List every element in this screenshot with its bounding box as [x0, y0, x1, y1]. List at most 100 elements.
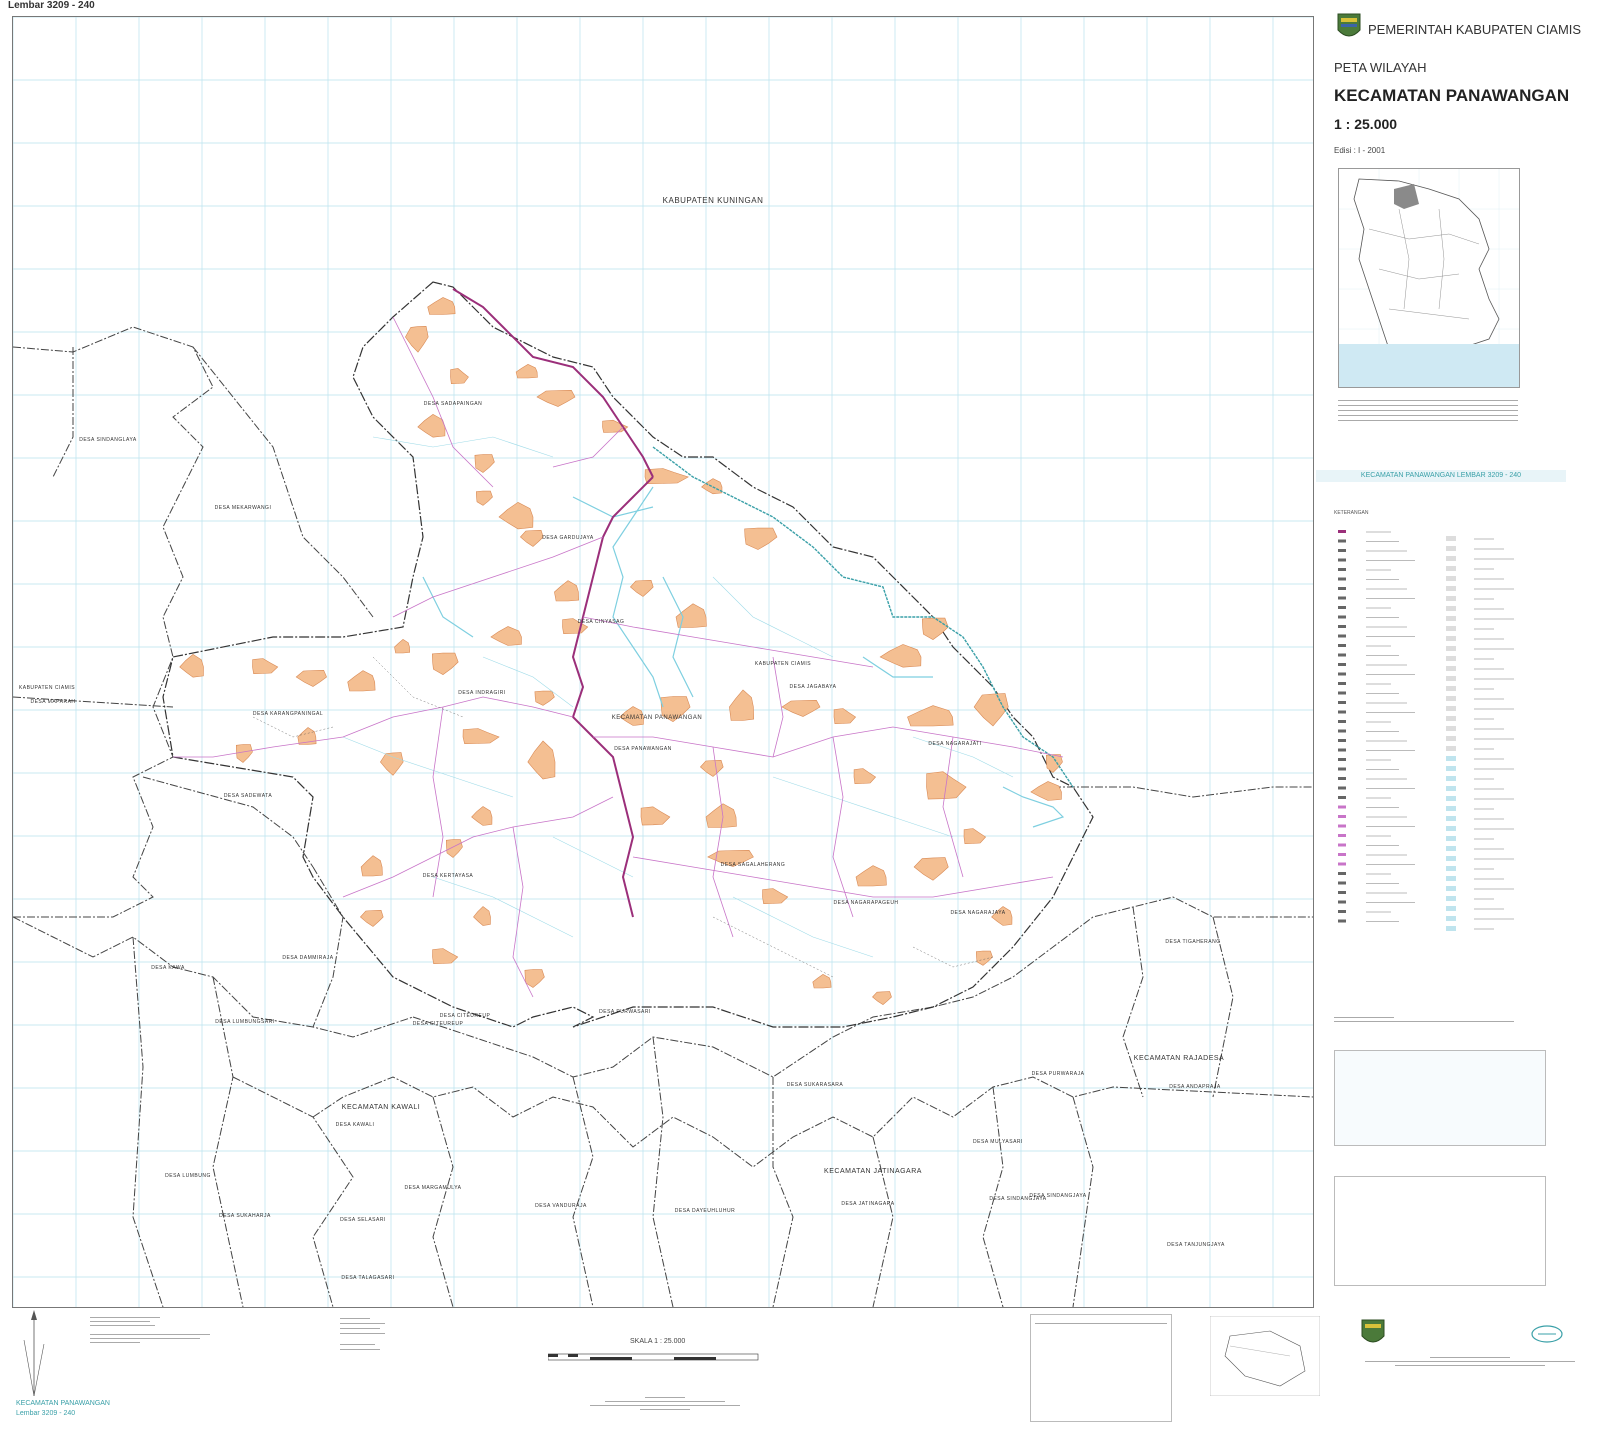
legend-symbol	[1446, 806, 1456, 811]
legend-symbol	[1446, 846, 1456, 851]
label-jatinagara-kec: KECAMATAN JATINAGARA	[824, 1168, 922, 1175]
label-kuningan: KABUPATEN KUNINGAN	[663, 196, 764, 205]
legend-symbol	[1446, 736, 1456, 741]
settlement-area	[872, 991, 892, 1005]
settlement-area	[295, 669, 327, 687]
settlement-area	[629, 579, 654, 597]
map-frame[interactable]: KABUPATEN KUNINGAN KABUPATEN CIAMIS KECA…	[12, 16, 1314, 1308]
village-label: DESA SUKAHARJA	[219, 1213, 271, 1219]
village-label: DESA SELASARI	[340, 1217, 386, 1223]
settlement-area	[360, 855, 383, 877]
conversion-table-2	[1334, 1176, 1546, 1286]
village-label: DESA SINDANGLAYA	[79, 437, 137, 443]
village-label: DESA KERTAYASA	[423, 873, 474, 879]
settlement-area	[675, 603, 707, 628]
sheet-banner: KECAMATAN PANAWANGAN LEMBAR 3209 - 240	[1316, 470, 1566, 482]
legend-symbol	[1446, 596, 1456, 601]
settlement-area	[462, 728, 500, 745]
legend-symbol	[1446, 926, 1456, 931]
north-arrow-icon	[23, 1310, 45, 1397]
legend-symbol	[1338, 872, 1346, 875]
village-label: DESA SINDANGJAYA	[989, 1196, 1046, 1202]
village-label: DESA TALAGASARI	[341, 1275, 394, 1281]
legend-title: KETERANGAN	[1334, 510, 1369, 516]
government-title: PEMERINTAH KABUPATEN CIAMIS	[1368, 22, 1582, 37]
settlement-area	[519, 529, 544, 547]
village-label: DESA SADEWATA	[224, 793, 273, 799]
legend-symbol	[1446, 906, 1456, 911]
legend-symbol	[1446, 626, 1456, 631]
legend-symbol	[1338, 739, 1346, 742]
settlement-area	[1030, 781, 1062, 801]
village-label: DESA LUMBUNGSARI	[215, 1019, 274, 1025]
village-label: DESA PANAWANGAN	[614, 746, 672, 752]
settlement-area	[913, 857, 949, 881]
settlement-area	[907, 705, 954, 727]
district-title: KECAMATAN PANAWANGAN	[1334, 86, 1570, 105]
label-ciamis: KABUPATEN CIAMIS	[755, 661, 811, 667]
scale-bar	[548, 1353, 759, 1361]
village-label: DESA DAYEUHLUHUR	[675, 1208, 735, 1214]
settlement-area	[450, 368, 469, 385]
village-label: DESA LUMBUNG	[165, 1173, 211, 1179]
legend-symbol	[1446, 716, 1456, 721]
legend-symbol	[1446, 686, 1456, 691]
legend-symbol	[1338, 606, 1346, 609]
footer-title: KECAMATAN PANAWANGAN	[16, 1400, 110, 1407]
inset-location-map[interactable]	[1338, 168, 1520, 388]
legend-symbol	[1446, 746, 1456, 751]
legend-symbol	[1446, 886, 1456, 891]
coordinate-notes	[1334, 1014, 1534, 1025]
village-label: DESA GARDUJAYA	[542, 535, 594, 541]
settlement-area	[179, 654, 204, 678]
settlement-area	[445, 839, 463, 858]
settlement-area	[1045, 754, 1063, 773]
index-map[interactable]	[1210, 1316, 1320, 1396]
legend-symbol	[1338, 815, 1346, 818]
legend-symbol	[1338, 843, 1346, 847]
legend-symbol	[1338, 568, 1346, 571]
village-label: DESA TANJUNGJAYA	[1167, 1242, 1225, 1248]
legend-symbol	[1446, 586, 1456, 591]
legend-symbol	[1446, 606, 1456, 611]
village-label: DESA NAGARAPAGEUH	[833, 900, 898, 906]
village-label: DESA JATINAGARA	[841, 1201, 894, 1207]
settlement-area	[471, 806, 493, 826]
area-table	[1030, 1314, 1172, 1422]
settlement-area	[380, 752, 404, 776]
map-type: PETA WILAYAH	[1334, 60, 1427, 75]
settlement-area	[474, 454, 495, 473]
settlement-area	[855, 865, 887, 887]
legend-symbol	[1446, 836, 1456, 841]
legend-symbol	[1338, 615, 1346, 619]
village-label: DESA KAWALI	[336, 1122, 375, 1128]
settlement-area	[699, 759, 724, 777]
village-label: DESA MAPARAH	[30, 699, 75, 705]
legend-symbol	[1338, 672, 1346, 676]
village-label: DESA NAGARAJAYA	[950, 910, 1005, 916]
settlement-area	[534, 690, 555, 706]
legend-symbol	[1338, 729, 1346, 733]
main-map[interactable]: KABUPATEN KUNINGAN KABUPATEN CIAMIS KECA…	[13, 17, 1313, 1307]
legend-symbol	[1446, 656, 1456, 661]
settlement-area	[536, 389, 576, 407]
label-rajadesa-kec: KECAMATAN RAJADESA	[1134, 1055, 1224, 1062]
label-kawali-kec: KECAMATAN KAWALI	[342, 1104, 420, 1111]
settlement-area	[394, 639, 411, 654]
settlement-area	[975, 950, 993, 966]
scale-bar-label: SKALA 1 : 25.000	[630, 1338, 686, 1345]
legend-symbol	[1338, 663, 1346, 666]
village-labels: DESA SINDANGLAYA DESA MEKARWANGI DESA SADA…	[30, 401, 1225, 1281]
village-label: DESA CITEUREUP	[413, 1021, 464, 1027]
village-label: DESA DAMMIRAJA	[282, 955, 333, 961]
village-label: DESA PURWASARI	[599, 1009, 651, 1015]
village-label: DESA SADAPAINGAN	[424, 401, 482, 407]
edition: Edisi : I - 2001	[1334, 146, 1386, 155]
legend-symbol	[1446, 696, 1456, 701]
settlement-area	[640, 806, 671, 826]
settlement-area	[729, 689, 755, 721]
settlement-area	[812, 974, 832, 989]
legend-symbol	[1338, 596, 1346, 600]
settlement-area	[705, 803, 737, 828]
settlement-area	[235, 744, 253, 763]
